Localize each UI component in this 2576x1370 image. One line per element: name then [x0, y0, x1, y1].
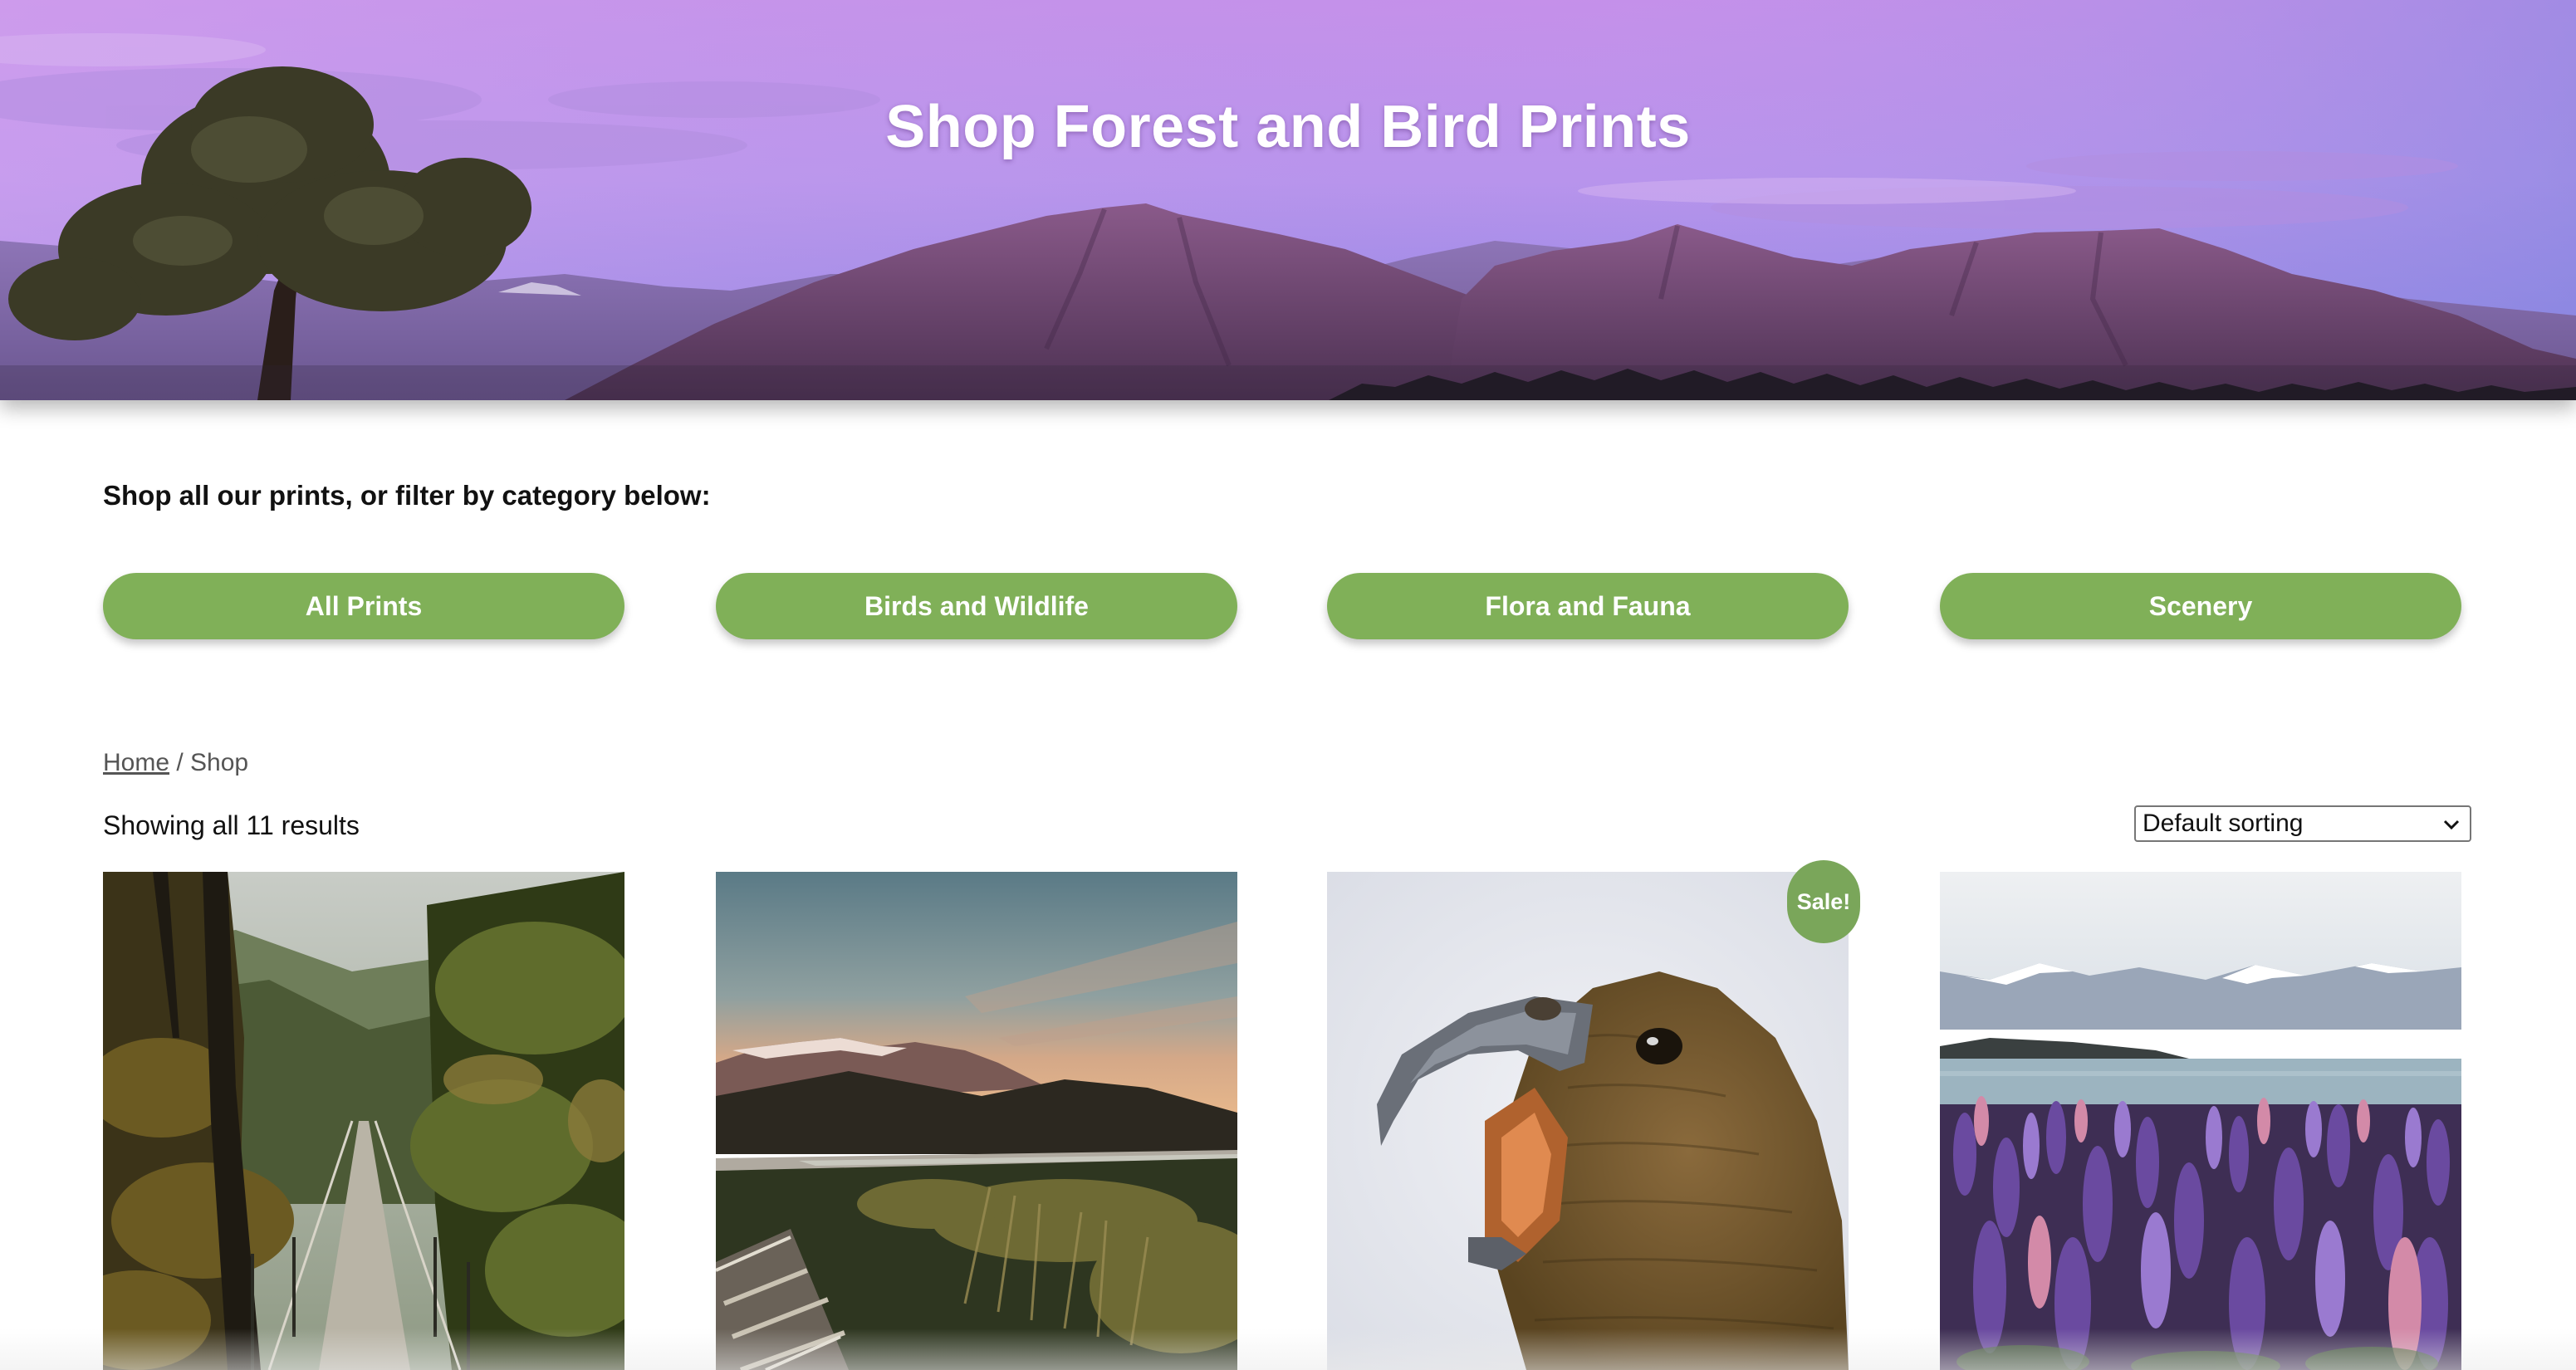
product-card-3[interactable] — [1327, 872, 1849, 1370]
hero-landscape-image — [0, 0, 2576, 400]
breadcrumb: Home / Shop — [103, 749, 248, 777]
page-title: Shop Forest and Bird Prints — [885, 94, 1691, 160]
lupins-lake-tekapo-image — [1940, 872, 2461, 1370]
filter-all-prints-button[interactable]: All Prints — [103, 573, 624, 639]
breadcrumb-separator: / — [169, 749, 191, 776]
railway-mountain-sunset-image — [716, 872, 1237, 1370]
filter-flora-fauna-button[interactable]: Flora and Fauna — [1327, 573, 1849, 639]
filter-scenery-button[interactable]: Scenery — [1940, 573, 2461, 639]
sale-badge: Sale! — [1787, 860, 1860, 943]
chevron-down-icon — [2443, 820, 2460, 830]
sort-select[interactable]: Default sorting — [2134, 805, 2471, 842]
filter-birds-wildlife-button[interactable]: Birds and Wildlife — [716, 573, 1237, 639]
product-card-2[interactable] — [716, 872, 1237, 1370]
product-card-4[interactable] — [1940, 872, 2461, 1370]
hero-banner: Shop Forest and Bird Prints — [0, 0, 2576, 400]
kea-parrot-image — [1327, 872, 1849, 1370]
category-filters: All Prints Birds and Wildlife Flora and … — [103, 573, 2470, 639]
result-count: Showing all 11 results — [103, 810, 360, 840]
intro-text: Shop all our prints, or filter by catego… — [103, 480, 711, 511]
breadcrumb-home-link[interactable]: Home — [103, 749, 169, 776]
sort-selected-value: Default sorting — [2143, 810, 2304, 837]
swing-bridge-forest-image — [103, 872, 624, 1370]
breadcrumb-current: Shop — [190, 749, 249, 776]
product-card-1[interactable] — [103, 872, 624, 1370]
